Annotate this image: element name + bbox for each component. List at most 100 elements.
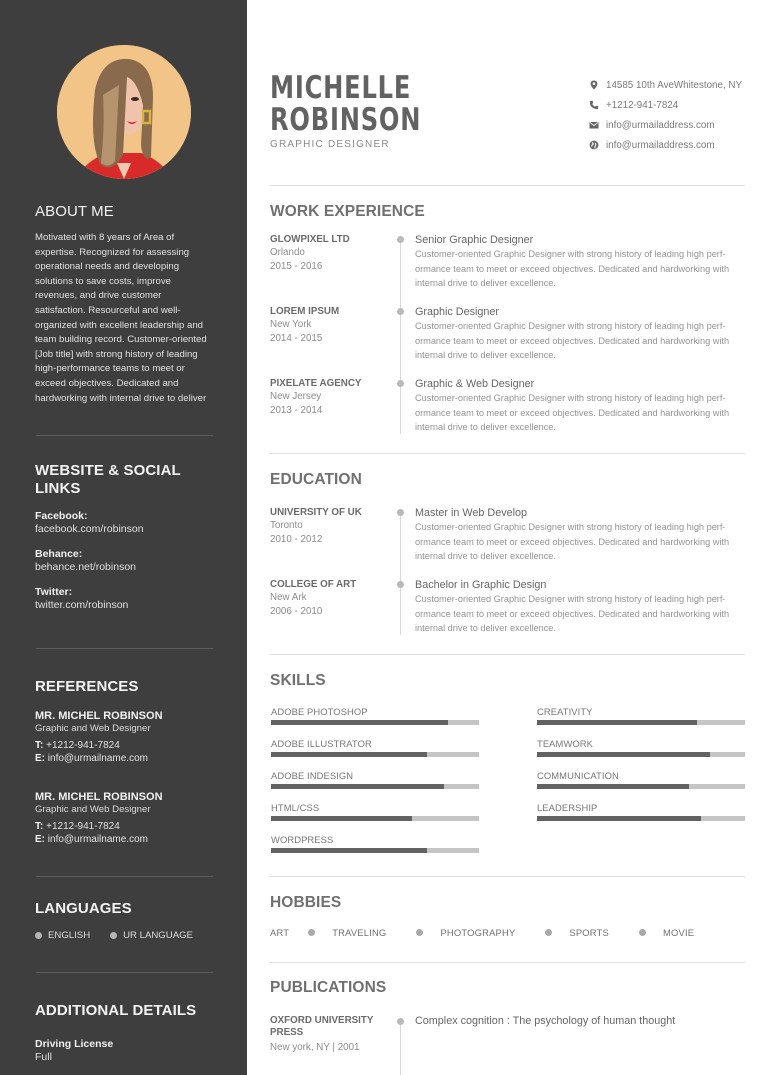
contact-list: 14585 10th AveWhitestone, NY +1212-941-7… — [589, 75, 749, 155]
email-value[interactable]: info@urmailname.com — [48, 753, 148, 764]
link-label: Behance: — [35, 548, 83, 560]
skill-bar — [271, 816, 479, 821]
references-section: REFERENCES MR. MICHEL ROBINSON Graphic a… — [35, 678, 213, 846]
contact-text[interactable]: +1212-941-7824 — [606, 100, 678, 111]
link-value[interactable]: twitter.com/robinson — [35, 599, 213, 612]
reference-name: MR. MICHEL ROBINSON — [35, 710, 163, 722]
sidebar-divider — [36, 876, 213, 877]
company-name: PIXELATE AGENCY — [270, 378, 362, 389]
skill-item: CREATIVITY — [537, 706, 745, 725]
references-heading: REFERENCES — [35, 678, 139, 695]
email-label: E: — [35, 753, 45, 764]
company-name: LOREM IPSUM — [270, 306, 340, 317]
contact-text[interactable]: info@urmailaddress.com — [606, 120, 715, 131]
reference-email: E: info@urmailname.com — [35, 833, 213, 846]
location: New Ark — [270, 592, 307, 603]
hobbies-list: ART TRAVELING PHOTOGRAPHY SPORTS MOVIE — [270, 927, 694, 938]
links-heading-line2: LINKS — [35, 480, 81, 497]
skill-name: ADOBE INDESIGN — [271, 770, 354, 781]
bullet-icon — [35, 932, 42, 939]
map-pin-icon — [589, 80, 606, 90]
about-heading: ABOUT ME — [35, 203, 114, 220]
school-name: UNIVERSITY OF UK — [270, 507, 362, 518]
language-item: ENGLISH — [35, 930, 90, 941]
skill-bar — [271, 720, 479, 725]
links-heading: WEBSITE & SOCIAL LINKS — [35, 462, 213, 498]
link-label: Facebook: — [35, 510, 88, 522]
contact-text: 14585 10th AveWhitestone, NY — [606, 79, 742, 91]
contact-text[interactable]: info@urmailaddress.com — [606, 140, 715, 151]
additional-section: ADDITIONAL DETAILS Driving License Full — [35, 1002, 213, 1063]
work-heading: WORK EXPERIENCE — [270, 203, 425, 220]
skill-bar — [271, 848, 479, 853]
bullet-icon — [545, 929, 553, 936]
link-behance[interactable]: Behance: behance.net/robinson — [35, 548, 213, 574]
reference-phone: T: +1212-941-7824 — [35, 739, 213, 752]
skill-bar-fill — [271, 848, 427, 853]
reference-item: MR. MICHEL ROBINSON Graphic and Web Desi… — [35, 791, 213, 846]
skill-item: LEADERSHIP — [537, 802, 745, 821]
skill-name: HTML/CSS — [271, 802, 320, 813]
links-heading-line1: WEBSITE & SOCIAL — [35, 462, 181, 479]
location: New York — [270, 319, 312, 330]
position-description: Customer-oriented Graphic Designer with … — [415, 393, 730, 432]
degree-description: Customer-oriented Graphic Designer with … — [415, 522, 730, 561]
skill-bar — [271, 752, 479, 757]
location: Orlando — [270, 247, 305, 258]
email-value[interactable]: info@urmailname.com — [48, 834, 148, 845]
links-section: WEBSITE & SOCIAL LINKS Facebook: faceboo… — [35, 462, 213, 612]
skill-item: ADOBE ILLUSTRATOR — [271, 738, 479, 757]
section-divider — [270, 876, 745, 877]
years: 2015 - 2016 — [270, 261, 323, 272]
link-facebook[interactable]: Facebook: facebook.com/robinson — [35, 510, 213, 536]
work-timeline: GLOWPIXEL LTD Orlando 2015 - 2016 Senior G… — [270, 234, 745, 450]
phone-label: T: — [35, 740, 44, 751]
sidebar: ABOUT ME Motivated with 8 years of Area … — [0, 0, 247, 1075]
skill-name: ADOBE ILLUSTRATOR — [271, 738, 372, 749]
skill-name: WORDPRESS — [271, 834, 334, 845]
link-value[interactable]: facebook.com/robinson — [35, 523, 213, 536]
phone-value: +1212-941-7824 — [46, 821, 120, 832]
skill-name: CREATIVITY — [537, 706, 593, 717]
position-title: Senior Graphic Designer — [415, 234, 534, 246]
reference-item: MR. MICHEL ROBINSON Graphic and Web Desi… — [35, 710, 213, 765]
profile-photo — [57, 45, 191, 179]
education-timeline: UNIVERSITY OF UK Toronto 2010 - 2012 Maste… — [270, 507, 745, 651]
position-description: Customer-oriented Graphic Designer with … — [415, 249, 730, 288]
work-item: GLOWPIXEL LTD Orlando 2015 - 2016 Senior G… — [270, 234, 745, 306]
work-item: PIXELATE AGENCY New Jersey 2013 - 2014 Gra… — [270, 378, 745, 450]
skill-bar — [271, 784, 479, 789]
hobby-item: SPORTS — [569, 927, 609, 938]
skill-item: ADOBE PHOTOSHOP — [271, 706, 479, 725]
sidebar-divider — [36, 972, 213, 973]
language-name: UR LANGUAGE — [123, 930, 193, 941]
degree-title: Master in Web Develop — [415, 507, 528, 519]
additional-label: Driving License — [35, 1038, 114, 1050]
bullet-icon — [308, 929, 316, 936]
contact-address: 14585 10th AveWhitestone, NY — [589, 75, 749, 95]
bullet-icon — [110, 932, 118, 939]
hobby-item: TRAVELING — [332, 927, 387, 938]
skill-bar-fill — [271, 784, 444, 789]
skill-bar-fill — [537, 816, 702, 821]
link-twitter[interactable]: Twitter: twitter.com/robinson — [35, 586, 213, 612]
languages-heading: LANGUAGES — [35, 900, 132, 917]
timeline-line — [400, 1021, 401, 1075]
section-divider — [270, 185, 745, 186]
skill-bar-fill — [537, 784, 689, 789]
hobby-item: PHOTOGRAPHY — [440, 927, 516, 938]
publisher-name: OXFORD UNIVERSITY — [270, 1015, 374, 1026]
contact-phone: +1212-941-7824 — [589, 95, 749, 115]
years: 2006 - 2010 — [270, 606, 323, 617]
additional-value: Full — [35, 1050, 52, 1063]
years: 2013 - 2014 — [270, 405, 323, 416]
skill-item: HTML/CSS — [271, 802, 479, 821]
skill-item: WORDPRESS — [271, 834, 479, 853]
additional-heading: ADDITIONAL DETAILS — [35, 1002, 197, 1019]
skill-bar — [537, 816, 745, 821]
degree-title: Bachelor in Graphic Design — [415, 579, 547, 591]
link-value[interactable]: behance.net/robinson — [35, 561, 213, 574]
skill-name: LEADERSHIP — [537, 802, 598, 813]
publications-heading: PUBLICATIONS — [270, 979, 387, 996]
skill-bar-fill — [271, 752, 427, 757]
